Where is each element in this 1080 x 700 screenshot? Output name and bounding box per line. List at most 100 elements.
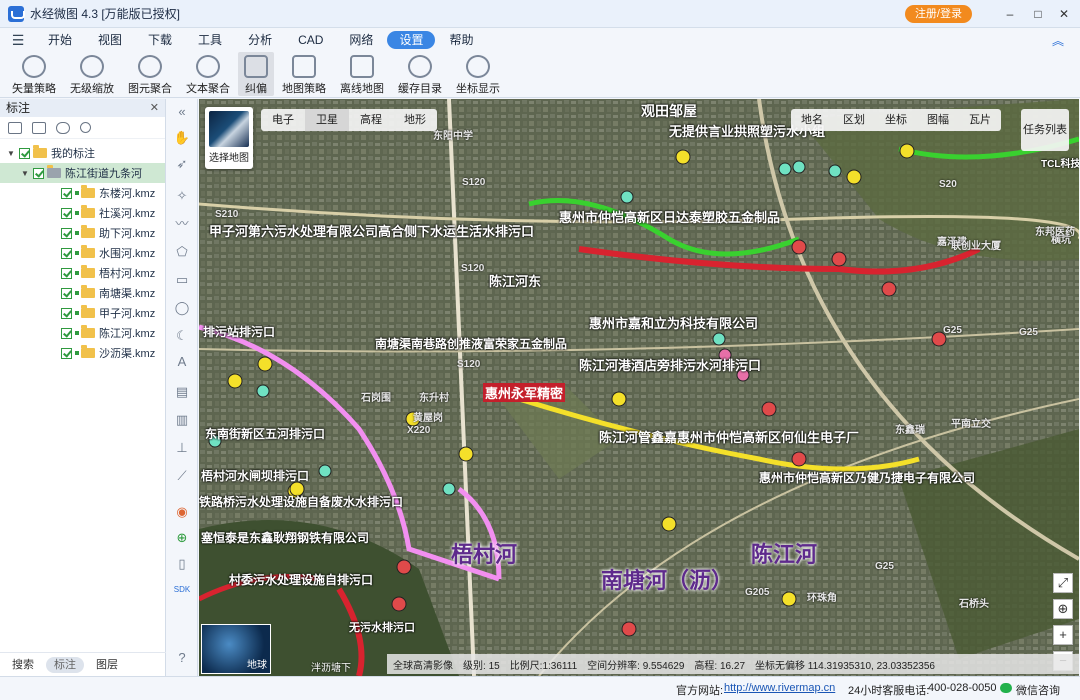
plugin-icon[interactable]: ◉ [173,503,191,521]
tab-place-names[interactable]: 地名 [791,109,833,131]
checkbox[interactable] [19,147,30,159]
tab-boundaries[interactable]: 区划 [833,109,875,131]
offline-map-button[interactable]: 离线地图 [334,52,390,96]
tab-search[interactable]: 搜索 [4,657,42,673]
hotline-number: 400-028-0050 [928,682,997,694]
checkbox[interactable] [61,247,72,259]
tree-file[interactable]: 甲子河.kmz [0,303,165,323]
maximize-button[interactable]: □ [1028,4,1048,24]
rectangle-icon[interactable]: ▭ [173,271,191,289]
phone-icon[interactable]: ▯ [173,555,191,573]
cloud-icon[interactable] [56,121,70,134]
tab-electronic[interactable]: 电子 [261,109,305,131]
tab-tiles[interactable]: 瓦片 [959,109,1001,131]
fullscreen-icon[interactable]: ⤢ [1053,573,1073,593]
coord-display-button[interactable]: 坐标显示 [450,52,506,96]
tree-file[interactable]: 社溪河.kmz [0,203,165,223]
map-view[interactable]: 观田邹屋 无提供言业拱照塑污水小组 TCL科技 甲子河第六污水处理有限公司高合侧… [199,99,1079,676]
menu-item-start[interactable]: 开始 [36,31,84,49]
close-button[interactable]: ✕ [1054,4,1074,24]
menu-item-analysis[interactable]: 分析 [236,31,284,49]
tree-file[interactable]: 梧村河.kmz [0,263,165,283]
checkbox[interactable] [61,187,72,199]
expand-icon[interactable]: ▼ [6,149,16,158]
hamburger-menu-icon[interactable]: ☰ [0,32,36,49]
vector-strategy-button[interactable]: 矢量策略 [6,52,62,96]
tree-group[interactable]: ▼ 陈江街道九条河 [0,163,165,183]
collapse-left-icon[interactable]: « [173,103,191,121]
stepless-zoom-button[interactable]: 无级缩放 [64,52,120,96]
layer-selector[interactable]: 选择地图 [205,107,253,169]
minimize-button[interactable]: – [1000,4,1020,24]
checkbox[interactable] [61,207,72,219]
text-icon[interactable]: A [173,353,191,371]
checkbox[interactable] [61,327,72,339]
collapse-ribbon-icon[interactable]: ︽ [1052,32,1064,49]
menu-item-help[interactable]: 帮助 [437,31,485,49]
app-logo-icon [8,5,25,22]
search-icon[interactable] [80,122,91,133]
select-arrow-icon[interactable]: ➶ [173,155,191,173]
menu-item-cad[interactable]: CAD [286,31,335,49]
tree-file[interactable]: 陈江河.kmz [0,323,165,343]
scale-label: 比例尺: [509,660,543,672]
checkbox[interactable] [33,167,44,179]
close-icon[interactable]: ✕ [150,99,159,117]
tree-file[interactable]: 水围河.kmz [0,243,165,263]
folder-icon[interactable] [32,121,46,134]
marker-icon[interactable]: ✧ [173,187,191,205]
tab-map-sheets[interactable]: 图幅 [917,109,959,131]
feature-cluster-button[interactable]: 图元聚合 [122,52,178,96]
text-cluster-icon [196,55,220,78]
map-strategy-icon [292,55,316,78]
coordinate-readout: 坐标无偏移 114.31935310, 23.03352356 [755,657,935,672]
menu-item-view[interactable]: 视图 [86,31,134,49]
menu-item-tools[interactable]: 工具 [186,31,234,49]
link-icon[interactable]: ⊕ [173,529,191,547]
annotation-tree: ▼ 我的标注 ▼ 陈江街道九条河 东楼河.kmz 社溪河.kmz 助下河.kmz… [0,139,165,363]
area-icon[interactable]: ▥ [173,411,191,429]
polyline-icon[interactable]: 〰 [173,215,191,233]
tree-file[interactable]: 沙沥渠.kmz [0,343,165,363]
profile-icon[interactable]: ⊥ [173,439,191,457]
tree-root[interactable]: ▼ 我的标注 [0,143,165,163]
zoom-in-button[interactable]: + [1053,625,1073,645]
checkbox[interactable] [61,347,72,359]
tab-annotation[interactable]: 标注 [46,656,84,673]
wechat-consult-link[interactable]: 微信咨询 [1016,682,1060,698]
login-button[interactable]: 注册/登录 [904,5,972,23]
checkbox[interactable] [61,287,72,299]
polygon-icon[interactable]: ⬠ [173,243,191,261]
circle-icon[interactable]: ◯ [173,299,191,317]
tab-terrain[interactable]: 地形 [393,109,437,131]
tab-satellite[interactable]: 卫星 [305,109,349,131]
measure-icon[interactable]: ⟋ [173,467,191,485]
checkbox[interactable] [61,227,72,239]
locate-icon[interactable]: ⊕ [1053,599,1073,619]
menu-item-network[interactable]: 网络 [337,31,385,49]
task-list-button[interactable]: 任务列表 [1021,109,1069,151]
menu-item-settings[interactable]: 设置 [387,31,436,49]
tab-elevation[interactable]: 高程 [349,109,393,131]
menu-item-download[interactable]: 下载 [136,31,184,49]
help-icon[interactable]: ? [173,649,191,667]
text-cluster-button[interactable]: 文本聚合 [180,52,236,96]
cache-dir-button[interactable]: 缓存目录 [392,52,448,96]
ruler-icon[interactable]: ▤ [173,383,191,401]
tree-file[interactable]: 助下河.kmz [0,223,165,243]
offset-correction-button[interactable]: 纠偏 [238,52,274,96]
tab-layers[interactable]: 图层 [88,657,126,673]
sdk-icon[interactable]: SDK [173,581,191,599]
checkbox[interactable] [61,307,72,319]
pan-hand-icon[interactable]: ✋ [173,129,191,147]
tab-coordinates[interactable]: 坐标 [875,109,917,131]
import-icon[interactable] [8,121,22,134]
tree-file[interactable]: 东楼河.kmz [0,183,165,203]
crescent-icon[interactable]: ☾ [173,327,191,345]
tree-file[interactable]: 南塘渠.kmz [0,283,165,303]
expand-icon[interactable]: ▼ [20,169,30,178]
map-strategy-button[interactable]: 地图策略 [276,52,332,96]
checkbox[interactable] [61,267,72,279]
website-link[interactable]: http://www.rivermap.cn [724,682,835,694]
globe-view-button[interactable]: 地球 [201,624,271,674]
